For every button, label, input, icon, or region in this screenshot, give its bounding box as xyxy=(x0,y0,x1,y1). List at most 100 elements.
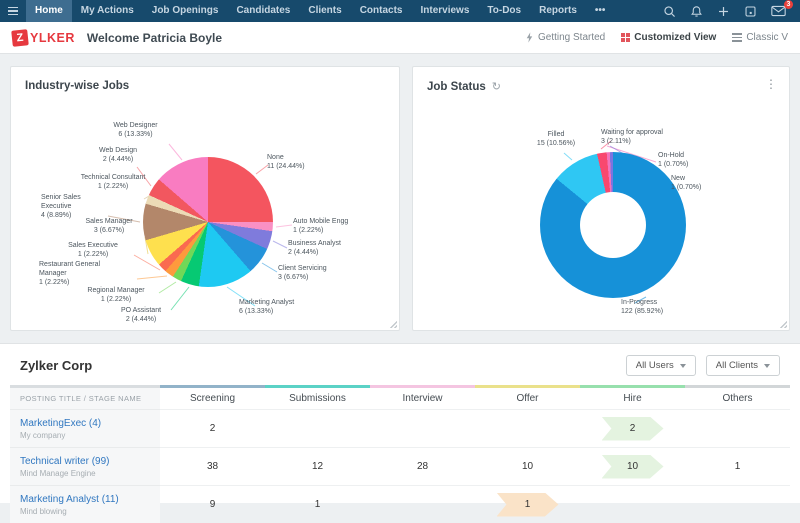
pipeline-panel: Zylker Corp All Users All Clients POSTIN… xyxy=(0,343,800,503)
zylker-logo-text: YLKER xyxy=(30,31,75,45)
industry-jobs-card: Industry-wise Jobs None 11 (24.44%) Auto… xyxy=(10,66,400,331)
pie-label-po-asst: PO Assistant 2 (4.44%) xyxy=(106,306,176,324)
pie-label-business: Business Analyst 2 (4.44%) xyxy=(288,239,378,257)
classic-view-button[interactable]: Classic V xyxy=(732,32,788,43)
pie-label-web-designer: Web Designer 6 (13.33%) xyxy=(93,121,178,139)
stage-cell xyxy=(265,409,370,447)
posting-link[interactable]: Marketing Analyst (11) xyxy=(20,494,160,505)
hire-badge: 10 xyxy=(602,455,664,479)
welcome-bar: Z YLKER Welcome Patricia Boyle Getting S… xyxy=(0,22,800,54)
industry-jobs-title: Industry-wise Jobs xyxy=(25,80,129,92)
column-header-others: Others xyxy=(685,385,790,409)
stage-cell: 2 xyxy=(160,409,265,447)
welcome-text: Welcome Patricia Boyle xyxy=(87,31,222,45)
pie-label-senior-sales: Senior Sales Executive 4 (8.89%) xyxy=(41,193,111,220)
posting-company: Mind blowing xyxy=(20,507,160,516)
kebab-menu-icon[interactable]: ⋮ xyxy=(765,77,777,91)
nav-item-contacts[interactable]: Contacts xyxy=(351,0,412,22)
classic-view-icon xyxy=(732,33,742,42)
customized-view-button[interactable]: Customized View xyxy=(621,32,716,43)
column-header-interview: Interview xyxy=(370,385,475,409)
nav-item-candidates[interactable]: Candidates xyxy=(227,0,299,22)
pie-label-auto-mobile: Auto Mobile Engg 1 (2.22%) xyxy=(293,217,388,235)
nav-item-todos[interactable]: To-Dos xyxy=(478,0,530,22)
pie-label-mkt-analyst: Marketing Analyst 6 (13.33%) xyxy=(239,298,334,316)
mail-badge: 3 xyxy=(784,0,793,9)
nav-item-my-actions[interactable]: My Actions xyxy=(72,0,143,22)
column-header-posting-title: POSTING TITLE / STAGE NAME xyxy=(10,385,160,409)
table-row-header: Marketing Analyst (11) Mind blowing xyxy=(10,485,160,523)
stage-cell xyxy=(685,485,790,523)
pie-label-sales-exec: Sales Executive 1 (2.22%) xyxy=(53,241,133,259)
job-status-title: Job Status↻ xyxy=(427,80,501,93)
posting-company: My company xyxy=(20,431,160,440)
stage-cell: 38 xyxy=(160,447,265,485)
stage-cell: 12 xyxy=(265,447,370,485)
column-header-screening: Screening xyxy=(160,385,265,409)
stage-cell: 28 xyxy=(370,447,475,485)
donut-label-on-hold: On-Hold 1 (0.70%) xyxy=(658,151,718,169)
pie-label-restaurant: Restaurant General Manager 1 (2.22%) xyxy=(39,260,139,287)
stage-cell: 1 xyxy=(265,485,370,523)
hire-badge: 2 xyxy=(602,417,664,441)
donut-label-new: New 1 (0.70%) xyxy=(671,174,726,192)
all-clients-dropdown[interactable]: All Clients xyxy=(706,355,780,376)
posting-link[interactable]: MarketingExec (4) xyxy=(20,418,160,429)
pie-label-regional: Regional Manager 1 (2.22%) xyxy=(66,286,166,304)
posting-link[interactable]: Technical writer (99) xyxy=(20,456,160,467)
column-header-hire: Hire xyxy=(580,385,685,409)
donut-label-waiting: Waiting for approval 3 (2.11%) xyxy=(601,128,706,146)
stage-cell: 10 xyxy=(580,447,685,485)
stage-cell xyxy=(370,485,475,523)
stage-cell: 2 xyxy=(580,409,685,447)
pie-label-web-design: Web Design 2 (4.44%) xyxy=(77,146,159,164)
posting-company: Mind Manage Engine xyxy=(20,469,160,478)
chevron-down-icon xyxy=(680,364,686,368)
nav-item-clients[interactable]: Clients xyxy=(299,0,350,22)
offer-badge: 1 xyxy=(497,493,559,517)
pie-label-none: None 11 (24.44%) xyxy=(267,153,339,171)
nav-item-job-openings[interactable]: Job Openings xyxy=(143,0,228,22)
stage-cell: 1 xyxy=(475,485,580,523)
stage-cell xyxy=(685,409,790,447)
stage-cell xyxy=(475,409,580,447)
stage-cell: 9 xyxy=(160,485,265,523)
getting-started-button[interactable]: Getting Started xyxy=(525,32,605,43)
hamburger-icon[interactable] xyxy=(0,7,26,16)
dashboard-cards: Industry-wise Jobs None 11 (24.44%) Auto… xyxy=(0,54,800,331)
pie-label-client-serv: Client Servicing 3 (6.67%) xyxy=(278,264,363,282)
card-resize-handle[interactable] xyxy=(778,319,787,328)
panel-icon[interactable] xyxy=(744,5,757,18)
add-icon[interactable] xyxy=(717,5,730,18)
nav-item-reports[interactable]: Reports xyxy=(530,0,586,22)
table-row-header: MarketingExec (4) My company xyxy=(10,409,160,447)
job-status-card: Job Status↻ ⋮ Filled 15 (10.56%) Waiting… xyxy=(412,66,790,331)
stage-cell: 1 xyxy=(685,447,790,485)
donut-label-in-progress: In-Progress 122 (85.92%) xyxy=(621,298,701,316)
nav-item-home[interactable]: Home xyxy=(26,0,72,22)
stage-cell: 10 xyxy=(475,447,580,485)
refresh-icon[interactable]: ↻ xyxy=(492,81,501,93)
customized-view-icon xyxy=(621,33,630,42)
stage-cell xyxy=(370,409,475,447)
pipeline-title: Zylker Corp xyxy=(20,358,92,373)
nav-item-interviews[interactable]: Interviews xyxy=(411,0,478,22)
search-icon[interactable] xyxy=(663,5,676,18)
main-navbar: Home My Actions Job Openings Candidates … xyxy=(0,0,800,22)
column-header-submissions: Submissions xyxy=(265,385,370,409)
all-users-dropdown[interactable]: All Users xyxy=(626,355,696,376)
chevron-down-icon xyxy=(764,364,770,368)
nav-right-icons: 3 xyxy=(663,5,800,18)
stage-cell xyxy=(580,485,685,523)
lightning-icon xyxy=(525,32,534,43)
nav-more-icon[interactable]: ••• xyxy=(586,0,615,22)
pie-label-tech-consult: Technical Consultant 1 (2.22%) xyxy=(59,173,167,191)
zylker-logo[interactable]: Z YLKER xyxy=(12,30,75,46)
bell-icon[interactable] xyxy=(690,5,703,18)
zylker-logo-mark: Z xyxy=(11,29,29,47)
table-row-header: Technical writer (99) Mind Manage Engine xyxy=(10,447,160,485)
job-status-donut[interactable] xyxy=(540,152,686,298)
card-resize-handle[interactable] xyxy=(388,319,397,328)
column-header-offer: Offer xyxy=(475,385,580,409)
pipeline-table: POSTING TITLE / STAGE NAME Screening Sub… xyxy=(10,385,790,523)
